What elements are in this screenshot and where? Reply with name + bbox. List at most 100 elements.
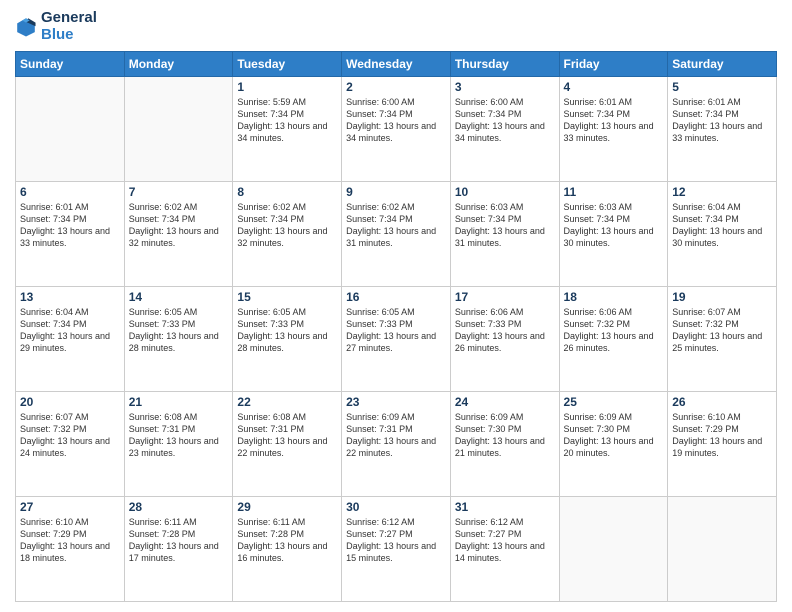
- calendar-cell: 8Sunrise: 6:02 AM Sunset: 7:34 PM Daylig…: [233, 182, 342, 287]
- day-number: 27: [20, 500, 120, 514]
- day-header-sunday: Sunday: [16, 52, 125, 77]
- calendar-cell: 9 Sunrise: 6:02 AM Sunset: 7:34 PM Daylig…: [342, 182, 451, 287]
- cell-info: Sunrise: 6:01 AM Sunset: 7:34 PM Dayligh…: [20, 201, 120, 250]
- calendar-cell: 17Sunrise: 6:06 AM Sunset: 7:33 PM Dayli…: [450, 287, 559, 392]
- cell-info: Sunrise: 6:11 AM Sunset: 7:28 PM Dayligh…: [237, 516, 337, 565]
- cell-info: Sunrise: 6:04 AM Sunset: 7:34 PM Dayligh…: [672, 201, 772, 250]
- cell-info: Sunrise: 6:02 AM Sunset: 7:34 PM Dayligh…: [129, 201, 229, 250]
- week-row-1: 1Sunrise: 5:59 AM Sunset: 7:34 PM Daylig…: [16, 77, 777, 182]
- cell-info: Sunrise: 6:12 AM Sunset: 7:27 PM Dayligh…: [455, 516, 555, 565]
- cell-info: Sunrise: 6:05 AM Sunset: 7:33 PM Dayligh…: [237, 306, 337, 355]
- cell-info: Sunrise: 6:09 AM Sunset: 7:30 PM Dayligh…: [455, 411, 555, 460]
- day-number: 15: [237, 290, 337, 304]
- logo-icon: [15, 16, 37, 38]
- day-number: 16: [346, 290, 446, 304]
- day-header-wednesday: Wednesday: [342, 52, 451, 77]
- calendar-header-row: SundayMondayTuesdayWednesdayThursdayFrid…: [16, 52, 777, 77]
- day-number: 6: [20, 185, 120, 199]
- cell-info: Sunrise: 6:04 AM Sunset: 7:34 PM Dayligh…: [20, 306, 120, 355]
- calendar-cell: 11Sunrise: 6:03 AM Sunset: 7:34 PM Dayli…: [559, 182, 668, 287]
- calendar-cell: 28 Sunrise: 6:11 AM Sunset: 7:28 PM Dayli…: [124, 497, 233, 602]
- day-number: 10: [455, 185, 555, 199]
- cell-info: Sunrise: 6:07 AM Sunset: 7:32 PM Dayligh…: [20, 411, 120, 460]
- cell-info: Sunrise: 6:01 AM Sunset: 7:34 PM Dayligh…: [564, 96, 664, 145]
- calendar-cell: 24 Sunrise: 6:09 AM Sunset: 7:30 PM Dayli…: [450, 392, 559, 497]
- day-number: 31: [455, 500, 555, 514]
- calendar-cell: 31 Sunrise: 6:12 AM Sunset: 7:27 PM Dayli…: [450, 497, 559, 602]
- cell-info: Sunrise: 6:02 AM Sunset: 7:34 PM Dayligh…: [237, 201, 337, 250]
- calendar-cell: 20 Sunrise: 6:07 AM Sunset: 7:32 PM Dayli…: [16, 392, 125, 497]
- cell-info: Sunrise: 6:06 AM Sunset: 7:32 PM Dayligh…: [564, 306, 664, 355]
- day-number: 13: [20, 290, 120, 304]
- week-row-4: 20 Sunrise: 6:07 AM Sunset: 7:32 PM Dayli…: [16, 392, 777, 497]
- day-number: 4: [564, 80, 664, 94]
- day-number: 20: [20, 395, 120, 409]
- day-number: 3: [455, 80, 555, 94]
- calendar-cell: 18 Sunrise: 6:06 AM Sunset: 7:32 PM Dayli…: [559, 287, 668, 392]
- cell-info: Sunrise: 6:10 AM Sunset: 7:29 PM Dayligh…: [672, 411, 772, 460]
- calendar-cell: 5 Sunrise: 6:01 AM Sunset: 7:34 PM Daylig…: [668, 77, 777, 182]
- calendar-cell: 27 Sunrise: 6:10 AM Sunset: 7:29 PM Dayli…: [16, 497, 125, 602]
- day-number: 17: [455, 290, 555, 304]
- day-number: 23: [346, 395, 446, 409]
- day-header-monday: Monday: [124, 52, 233, 77]
- day-number: 19: [672, 290, 772, 304]
- calendar-cell: 10Sunrise: 6:03 AM Sunset: 7:34 PM Dayli…: [450, 182, 559, 287]
- day-number: 11: [564, 185, 664, 199]
- week-row-2: 6 Sunrise: 6:01 AM Sunset: 7:34 PM Daylig…: [16, 182, 777, 287]
- day-header-saturday: Saturday: [668, 52, 777, 77]
- day-number: 25: [564, 395, 664, 409]
- calendar-cell: 2Sunrise: 6:00 AM Sunset: 7:34 PM Daylig…: [342, 77, 451, 182]
- calendar-cell: 4 Sunrise: 6:01 AM Sunset: 7:34 PM Daylig…: [559, 77, 668, 182]
- calendar-cell: 19 Sunrise: 6:07 AM Sunset: 7:32 PM Dayli…: [668, 287, 777, 392]
- page: General Blue SundayMondayTuesdayWednesda…: [0, 0, 792, 612]
- day-number: 12: [672, 185, 772, 199]
- logo: General Blue: [15, 10, 97, 43]
- day-number: 5: [672, 80, 772, 94]
- calendar-cell: [559, 497, 668, 602]
- calendar-cell: 15 Sunrise: 6:05 AM Sunset: 7:33 PM Dayli…: [233, 287, 342, 392]
- calendar-cell: [668, 497, 777, 602]
- day-number: 28: [129, 500, 229, 514]
- day-header-friday: Friday: [559, 52, 668, 77]
- calendar-cell: [16, 77, 125, 182]
- day-number: 14: [129, 290, 229, 304]
- day-number: 30: [346, 500, 446, 514]
- cell-info: Sunrise: 6:11 AM Sunset: 7:28 PM Dayligh…: [129, 516, 229, 565]
- calendar-cell: 22Sunrise: 6:08 AM Sunset: 7:31 PM Dayli…: [233, 392, 342, 497]
- day-number: 29: [237, 500, 337, 514]
- day-number: 22: [237, 395, 337, 409]
- calendar-cell: 29 Sunrise: 6:11 AM Sunset: 7:28 PM Dayli…: [233, 497, 342, 602]
- calendar-cell: 25 Sunrise: 6:09 AM Sunset: 7:30 PM Dayli…: [559, 392, 668, 497]
- day-header-thursday: Thursday: [450, 52, 559, 77]
- day-number: 7: [129, 185, 229, 199]
- logo-text: General Blue: [41, 10, 97, 43]
- calendar-cell: 23 Sunrise: 6:09 AM Sunset: 7:31 PM Dayli…: [342, 392, 451, 497]
- cell-info: Sunrise: 6:10 AM Sunset: 7:29 PM Dayligh…: [20, 516, 120, 565]
- calendar-cell: 21 Sunrise: 6:08 AM Sunset: 7:31 PM Dayli…: [124, 392, 233, 497]
- cell-info: Sunrise: 6:07 AM Sunset: 7:32 PM Dayligh…: [672, 306, 772, 355]
- cell-info: Sunrise: 6:08 AM Sunset: 7:31 PM Dayligh…: [129, 411, 229, 460]
- cell-info: Sunrise: 6:01 AM Sunset: 7:34 PM Dayligh…: [672, 96, 772, 145]
- calendar-cell: 7 Sunrise: 6:02 AM Sunset: 7:34 PM Daylig…: [124, 182, 233, 287]
- day-number: 18: [564, 290, 664, 304]
- day-number: 21: [129, 395, 229, 409]
- cell-info: Sunrise: 6:09 AM Sunset: 7:30 PM Dayligh…: [564, 411, 664, 460]
- calendar-cell: 6 Sunrise: 6:01 AM Sunset: 7:34 PM Daylig…: [16, 182, 125, 287]
- cell-info: Sunrise: 6:05 AM Sunset: 7:33 PM Dayligh…: [129, 306, 229, 355]
- cell-info: Sunrise: 6:09 AM Sunset: 7:31 PM Dayligh…: [346, 411, 446, 460]
- day-number: 24: [455, 395, 555, 409]
- cell-info: Sunrise: 6:00 AM Sunset: 7:34 PM Dayligh…: [455, 96, 555, 145]
- calendar-cell: 16Sunrise: 6:05 AM Sunset: 7:33 PM Dayli…: [342, 287, 451, 392]
- cell-info: Sunrise: 5:59 AM Sunset: 7:34 PM Dayligh…: [237, 96, 337, 145]
- week-row-5: 27 Sunrise: 6:10 AM Sunset: 7:29 PM Dayli…: [16, 497, 777, 602]
- day-number: 9: [346, 185, 446, 199]
- cell-info: Sunrise: 6:02 AM Sunset: 7:34 PM Dayligh…: [346, 201, 446, 250]
- cell-info: Sunrise: 6:00 AM Sunset: 7:34 PM Dayligh…: [346, 96, 446, 145]
- calendar-cell: 1Sunrise: 5:59 AM Sunset: 7:34 PM Daylig…: [233, 77, 342, 182]
- calendar-cell: 30 Sunrise: 6:12 AM Sunset: 7:27 PM Dayli…: [342, 497, 451, 602]
- cell-info: Sunrise: 6:12 AM Sunset: 7:27 PM Dayligh…: [346, 516, 446, 565]
- header: General Blue: [15, 10, 777, 43]
- day-header-tuesday: Tuesday: [233, 52, 342, 77]
- calendar-cell: 12 Sunrise: 6:04 AM Sunset: 7:34 PM Dayli…: [668, 182, 777, 287]
